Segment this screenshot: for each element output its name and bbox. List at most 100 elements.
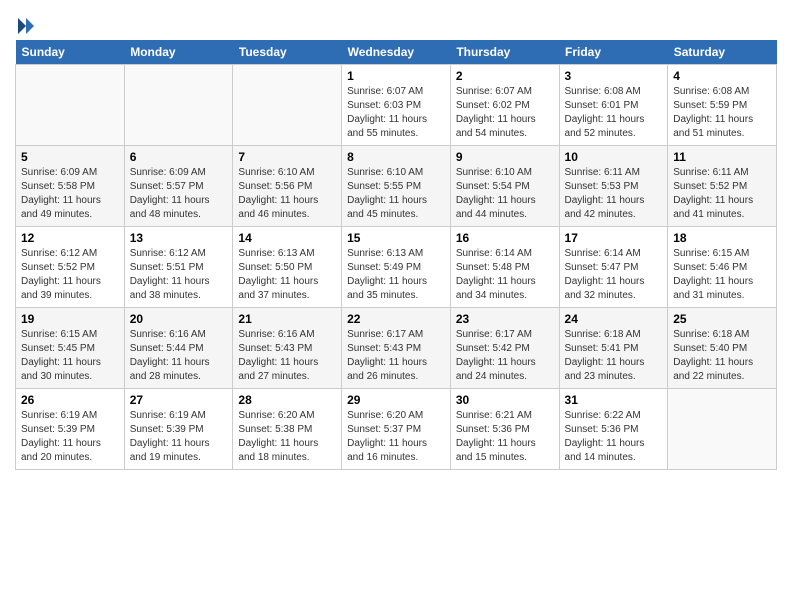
day-number: 4 <box>673 69 771 83</box>
calendar-week-row: 19 Sunrise: 6:15 AMSunset: 5:45 PMDayligh… <box>16 307 777 388</box>
day-info: Sunrise: 6:10 AMSunset: 5:54 PMDaylight:… <box>456 166 554 222</box>
day-number: 16 <box>456 231 554 245</box>
day-info: Sunrise: 6:16 AMSunset: 5:43 PMDaylight:… <box>238 328 336 384</box>
day-info: Sunrise: 6:19 AMSunset: 5:39 PMDaylight:… <box>21 409 119 465</box>
day-number: 25 <box>673 312 771 326</box>
calendar-cell: 8 Sunrise: 6:10 AMSunset: 5:55 PMDaylight… <box>342 145 451 226</box>
day-info: Sunrise: 6:10 AMSunset: 5:56 PMDaylight:… <box>238 166 336 222</box>
calendar-cell: 1 Sunrise: 6:07 AMSunset: 6:03 PMDaylight… <box>342 64 451 145</box>
day-info: Sunrise: 6:08 AMSunset: 5:59 PMDaylight:… <box>673 85 771 141</box>
weekday-header-monday: Monday <box>124 40 233 65</box>
day-info: Sunrise: 6:11 AMSunset: 5:53 PMDaylight:… <box>565 166 663 222</box>
day-number: 13 <box>130 231 228 245</box>
day-number: 26 <box>21 393 119 407</box>
calendar-cell <box>668 388 777 469</box>
logo-flag-icon <box>16 16 36 36</box>
calendar-cell: 13 Sunrise: 6:12 AMSunset: 5:51 PMDayligh… <box>124 226 233 307</box>
calendar-cell: 17 Sunrise: 6:14 AMSunset: 5:47 PMDayligh… <box>559 226 668 307</box>
day-info: Sunrise: 6:11 AMSunset: 5:52 PMDaylight:… <box>673 166 771 222</box>
day-info: Sunrise: 6:14 AMSunset: 5:48 PMDaylight:… <box>456 247 554 303</box>
day-number: 30 <box>456 393 554 407</box>
calendar-cell: 5 Sunrise: 6:09 AMSunset: 5:58 PMDaylight… <box>16 145 125 226</box>
day-info: Sunrise: 6:13 AMSunset: 5:50 PMDaylight:… <box>238 247 336 303</box>
calendar-cell: 28 Sunrise: 6:20 AMSunset: 5:38 PMDayligh… <box>233 388 342 469</box>
day-info: Sunrise: 6:12 AMSunset: 5:52 PMDaylight:… <box>21 247 119 303</box>
day-info: Sunrise: 6:20 AMSunset: 5:37 PMDaylight:… <box>347 409 445 465</box>
logo-text-block <box>15 14 36 36</box>
calendar-cell: 31Sunrise: 6:22 AMSunset: 5:36 PMDayligh… <box>559 388 668 469</box>
calendar-table: SundayMondayTuesdayWednesdayThursdayFrid… <box>15 40 777 470</box>
calendar-cell <box>233 64 342 145</box>
calendar-cell: 12 Sunrise: 6:12 AMSunset: 5:52 PMDayligh… <box>16 226 125 307</box>
day-info: Sunrise: 6:08 AMSunset: 6:01 PMDaylight:… <box>565 85 663 141</box>
day-info: Sunrise: 6:18 AMSunset: 5:40 PMDaylight:… <box>673 328 771 384</box>
calendar-cell: 26 Sunrise: 6:19 AMSunset: 5:39 PMDayligh… <box>16 388 125 469</box>
day-info: Sunrise: 6:07 AMSunset: 6:03 PMDaylight:… <box>347 85 445 141</box>
day-number: 6 <box>130 150 228 164</box>
logo-line1 <box>15 14 36 36</box>
calendar-cell: 25 Sunrise: 6:18 AMSunset: 5:40 PMDayligh… <box>668 307 777 388</box>
day-number: 12 <box>21 231 119 245</box>
calendar-cell: 10 Sunrise: 6:11 AMSunset: 5:53 PMDayligh… <box>559 145 668 226</box>
day-info: Sunrise: 6:10 AMSunset: 5:55 PMDaylight:… <box>347 166 445 222</box>
day-number: 20 <box>130 312 228 326</box>
calendar-week-row: 26 Sunrise: 6:19 AMSunset: 5:39 PMDayligh… <box>16 388 777 469</box>
calendar-cell: 16 Sunrise: 6:14 AMSunset: 5:48 PMDayligh… <box>450 226 559 307</box>
day-info: Sunrise: 6:15 AMSunset: 5:45 PMDaylight:… <box>21 328 119 384</box>
header <box>15 10 777 36</box>
day-number: 11 <box>673 150 771 164</box>
day-info: Sunrise: 6:19 AMSunset: 5:39 PMDaylight:… <box>130 409 228 465</box>
calendar-cell: 3 Sunrise: 6:08 AMSunset: 6:01 PMDaylight… <box>559 64 668 145</box>
weekday-header-wednesday: Wednesday <box>342 40 451 65</box>
calendar-cell <box>16 64 125 145</box>
calendar-cell: 29 Sunrise: 6:20 AMSunset: 5:37 PMDayligh… <box>342 388 451 469</box>
day-info: Sunrise: 6:20 AMSunset: 5:38 PMDaylight:… <box>238 409 336 465</box>
day-number: 27 <box>130 393 228 407</box>
day-info: Sunrise: 6:14 AMSunset: 5:47 PMDaylight:… <box>565 247 663 303</box>
calendar-cell: 18Sunrise: 6:15 AMSunset: 5:46 PMDayligh… <box>668 226 777 307</box>
day-number: 8 <box>347 150 445 164</box>
calendar-cell: 4 Sunrise: 6:08 AMSunset: 5:59 PMDaylight… <box>668 64 777 145</box>
day-number: 10 <box>565 150 663 164</box>
day-number: 23 <box>456 312 554 326</box>
day-number: 22 <box>347 312 445 326</box>
day-number: 2 <box>456 69 554 83</box>
day-info: Sunrise: 6:22 AMSunset: 5:36 PMDaylight:… <box>565 409 663 465</box>
day-info: Sunrise: 6:09 AMSunset: 5:57 PMDaylight:… <box>130 166 228 222</box>
calendar-cell <box>124 64 233 145</box>
calendar-week-row: 12 Sunrise: 6:12 AMSunset: 5:52 PMDayligh… <box>16 226 777 307</box>
day-info: Sunrise: 6:18 AMSunset: 5:41 PMDaylight:… <box>565 328 663 384</box>
day-number: 28 <box>238 393 336 407</box>
day-info: Sunrise: 6:07 AMSunset: 6:02 PMDaylight:… <box>456 85 554 141</box>
calendar-cell: 27 Sunrise: 6:19 AMSunset: 5:39 PMDayligh… <box>124 388 233 469</box>
day-info: Sunrise: 6:13 AMSunset: 5:49 PMDaylight:… <box>347 247 445 303</box>
calendar-week-row: 1 Sunrise: 6:07 AMSunset: 6:03 PMDaylight… <box>16 64 777 145</box>
calendar-cell: 19 Sunrise: 6:15 AMSunset: 5:45 PMDayligh… <box>16 307 125 388</box>
day-number: 19 <box>21 312 119 326</box>
calendar-week-row: 5 Sunrise: 6:09 AMSunset: 5:58 PMDaylight… <box>16 145 777 226</box>
calendar-cell: 21Sunrise: 6:16 AMSunset: 5:43 PMDayligh… <box>233 307 342 388</box>
day-number: 24 <box>565 312 663 326</box>
calendar-cell: 14 Sunrise: 6:13 AMSunset: 5:50 PMDayligh… <box>233 226 342 307</box>
day-number: 29 <box>347 393 445 407</box>
day-number: 3 <box>565 69 663 83</box>
weekday-header-sunday: Sunday <box>16 40 125 65</box>
day-info: Sunrise: 6:21 AMSunset: 5:36 PMDaylight:… <box>456 409 554 465</box>
day-number: 7 <box>238 150 336 164</box>
day-info: Sunrise: 6:12 AMSunset: 5:51 PMDaylight:… <box>130 247 228 303</box>
day-number: 1 <box>347 69 445 83</box>
day-info: Sunrise: 6:09 AMSunset: 5:58 PMDaylight:… <box>21 166 119 222</box>
calendar-cell: 2 Sunrise: 6:07 AMSunset: 6:02 PMDaylight… <box>450 64 559 145</box>
logo <box>15 14 36 36</box>
day-number: 5 <box>21 150 119 164</box>
calendar-cell: 6 Sunrise: 6:09 AMSunset: 5:57 PMDaylight… <box>124 145 233 226</box>
weekday-header-tuesday: Tuesday <box>233 40 342 65</box>
calendar-cell: 9 Sunrise: 6:10 AMSunset: 5:54 PMDaylight… <box>450 145 559 226</box>
day-info: Sunrise: 6:17 AMSunset: 5:42 PMDaylight:… <box>456 328 554 384</box>
day-number: 15 <box>347 231 445 245</box>
day-number: 14 <box>238 231 336 245</box>
day-number: 17 <box>565 231 663 245</box>
day-number: 9 <box>456 150 554 164</box>
day-number: 18 <box>673 231 771 245</box>
calendar-cell: 24 Sunrise: 6:18 AMSunset: 5:41 PMDayligh… <box>559 307 668 388</box>
